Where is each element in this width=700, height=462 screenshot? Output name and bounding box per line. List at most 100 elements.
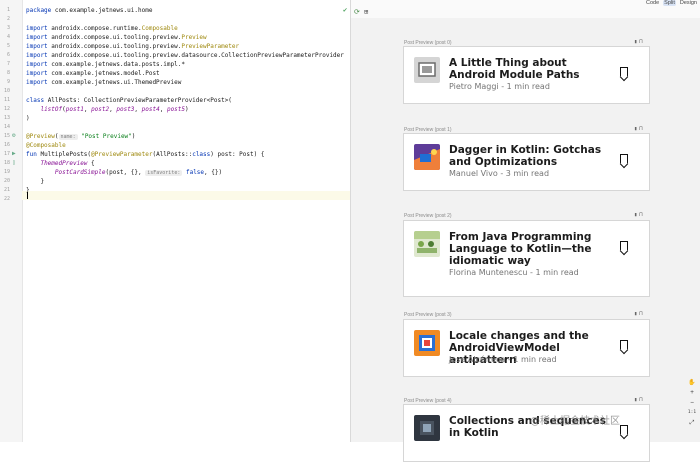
code-line[interactable]: fun MultiplePosts(@PreviewParameter(AllP… — [26, 150, 264, 159]
line-number: 18 — [3, 160, 10, 166]
preview-label: Post Preview (post 2) — [404, 213, 452, 219]
code-line[interactable]: import com.example.jetnews.ui.ThemedPrev… — [26, 78, 181, 87]
bookmark-icon[interactable] — [620, 241, 628, 251]
interactive-preview-icon[interactable]: ⊓ — [639, 397, 644, 403]
run-preview-icon[interactable]: ⚙ — [12, 133, 18, 139]
post-card[interactable]: From Java Programming Language to Kotlin… — [403, 220, 650, 297]
code-line[interactable]: import com.example.jetnews.data.posts.im… — [26, 60, 185, 69]
preview-actions: ▮⊓ — [634, 311, 645, 317]
tab-design[interactable]: Design — [679, 0, 698, 6]
code-token: } — [26, 178, 45, 185]
zoom-actual-size-button[interactable]: 1:1 — [686, 408, 698, 418]
code-line[interactable]: } — [26, 177, 44, 186]
code-token: ) — [131, 133, 136, 140]
code-token: post5 — [166, 106, 186, 113]
bookmark-icon[interactable] — [620, 425, 628, 435]
post-card[interactable]: A Little Thing about Android Module Path… — [403, 46, 650, 104]
post-thumbnail — [414, 231, 440, 257]
post-card[interactable]: Locale changes and the AndroidViewModel … — [403, 319, 650, 377]
line-number: 21 — [3, 187, 10, 193]
inspection-ok-icon[interactable]: ✔ — [343, 6, 347, 14]
code-line[interactable]: import androidx.compose.ui.tooling.previ… — [26, 42, 239, 51]
zoom-controls: ✋ + − 1:1 ⤢ — [686, 378, 698, 428]
code-token: (AllPosts:: — [152, 151, 193, 158]
code-token: com.example.jetnews.ui.home — [54, 7, 153, 14]
code-token: ThemedPreview — [40, 160, 88, 167]
code-line[interactable]: class AllPosts: CollectionPreviewParamet… — [26, 96, 232, 105]
code-token: { — [87, 160, 95, 167]
code-line[interactable]: @Composable — [26, 141, 66, 150]
code-line[interactable]: import androidx.compose.ui.tooling.previ… — [26, 33, 207, 42]
code-token: ) post: Post) { — [210, 151, 265, 158]
run-icon[interactable]: ▶ — [12, 151, 18, 157]
code-token: fun — [26, 151, 41, 158]
code-token: ( — [54, 133, 59, 140]
code-line[interactable]: package com.example.jetnews.ui.home — [26, 6, 152, 15]
zoom-fit-button[interactable]: ⤢ — [686, 418, 698, 428]
line-number: 1 — [6, 7, 10, 13]
code-line[interactable]: import androidx.compose.runtime.Composab… — [26, 24, 178, 33]
code-line[interactable]: ) — [26, 114, 30, 123]
zoom-in-button[interactable]: + — [686, 388, 698, 398]
post-title: A Little Thing about Android Module Path… — [449, 57, 580, 81]
code-line[interactable]: listOf(post1, post2, post3, post4, post5… — [26, 105, 188, 114]
code-token: @PreviewParameter — [91, 151, 153, 158]
line-number: 12 — [3, 106, 10, 112]
line-number: 14 — [3, 124, 10, 130]
view-mode-tabs: Code Split Design — [645, 0, 698, 6]
line-number: 19 — [3, 169, 10, 175]
code-token: (post, {}, — [105, 169, 146, 176]
layout-icon[interactable]: ⊞ — [364, 8, 368, 16]
code-token: androidx.compose.ui.tooling.preview. — [51, 34, 182, 41]
interactive-preview-icon[interactable]: ⊓ — [639, 126, 644, 132]
interactive-preview-icon[interactable]: ⊓ — [639, 311, 644, 317]
code-token: post4 — [141, 106, 160, 113]
tab-code[interactable]: Code — [645, 0, 660, 6]
code-token: com.example.jetnews.data.posts.impl.* — [51, 61, 185, 68]
line-number: 11 — [3, 97, 10, 103]
bookmark-icon[interactable] — [620, 67, 628, 77]
line-number: 3 — [6, 25, 10, 31]
interactive-preview-icon[interactable]: ⊓ — [639, 39, 644, 45]
post-meta: Jose Alcérreca - 1 min read — [449, 355, 557, 364]
line-number: 15 — [3, 133, 10, 139]
code-line[interactable]: ThemedPreview { — [26, 159, 95, 168]
code-token: Preview — [181, 34, 207, 41]
code-line[interactable]: import com.example.jetnews.model.Post — [26, 69, 160, 78]
code-token: import — [26, 70, 52, 77]
pan-icon[interactable]: ✋ — [686, 378, 698, 388]
line-number: 4 — [6, 34, 10, 40]
line-number: 13 — [3, 115, 10, 121]
code-token: Composable — [141, 25, 178, 32]
post-thumbnail — [414, 330, 440, 356]
code-token: , — [159, 106, 167, 113]
post-card[interactable]: Dagger in Kotlin: Gotchas and Optimizati… — [403, 133, 650, 191]
bookmark-icon[interactable] — [620, 340, 628, 350]
line-number: 10 — [3, 88, 10, 94]
preview-actions: ▮⊓ — [634, 397, 645, 403]
code-line[interactable]: PostCardSimple(post, {}, isFavorite: fal… — [26, 168, 222, 178]
line-number: 16 — [3, 142, 10, 148]
code-token: , — [83, 106, 92, 113]
bookmark-icon[interactable] — [620, 154, 628, 164]
code-token: MultiplePosts( — [40, 151, 92, 158]
post-thumbnail — [414, 144, 440, 170]
code-line[interactable]: import androidx.compose.ui.tooling.previ… — [26, 51, 344, 60]
line-number: 20 — [3, 178, 10, 184]
refresh-icon[interactable]: ⟳ — [354, 8, 360, 16]
code-token: post1 — [65, 106, 84, 113]
line-number: 8 — [6, 70, 10, 76]
code-token: androidx.compose.ui.tooling.preview. — [51, 43, 182, 50]
code-editor[interactable]: 1 2 3 4 5 6 7 8 9 10 11 12 13 14 15 16 17 18 19 20 21 22 ⚙ ▶ ▯ p… — [0, 0, 351, 442]
code-token: post3 — [116, 106, 135, 113]
preview-actions: ▮⊓ — [634, 212, 645, 218]
zoom-out-button[interactable]: − — [686, 398, 698, 408]
interactive-preview-icon[interactable]: ⊓ — [639, 212, 644, 218]
preview-param-icon[interactable]: ▯ — [12, 160, 18, 166]
parameter-hint: name: — [58, 134, 78, 140]
post-meta: Manuel Vivo - 3 min read — [449, 169, 550, 178]
line-number: 6 — [6, 52, 10, 58]
code-token: import — [26, 61, 52, 68]
tab-split[interactable]: Split — [663, 0, 676, 6]
